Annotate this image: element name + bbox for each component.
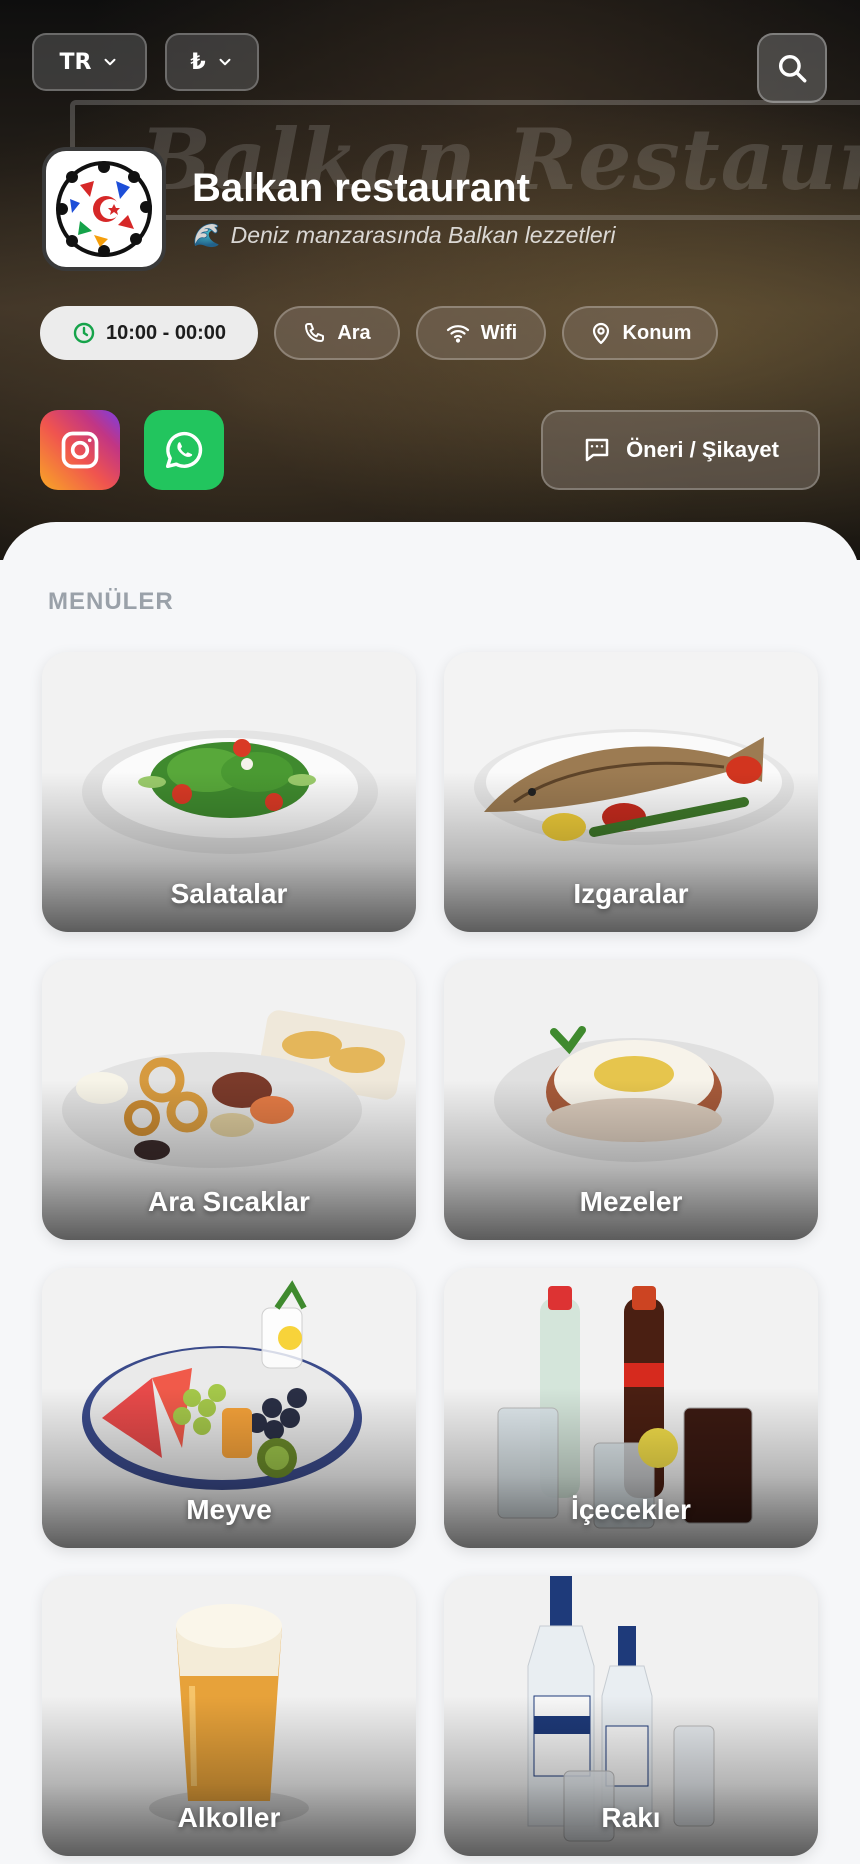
map-pin-icon (592, 322, 609, 345)
clock-icon (73, 322, 95, 344)
whatsapp-button[interactable] (144, 410, 224, 490)
restaurant-tagline: 🌊 Deniz manzarasında Balkan lezzetleri (192, 222, 615, 249)
chevron-down-icon (104, 58, 116, 66)
wifi-icon (446, 325, 469, 343)
menu-card-label: Salatalar (170, 878, 288, 909)
opening-hours-chip[interactable]: 10:00 - 00:00 (40, 306, 258, 360)
restaurant-name: Balkan restaurant (192, 166, 530, 210)
phone-icon (305, 323, 325, 342)
section-title: MENÜLER (48, 588, 174, 615)
tagline-text: Deniz manzarasında Balkan lezzetleri (230, 222, 616, 248)
menu-card-label: Mezeler (579, 1186, 683, 1217)
instagram-icon (61, 431, 99, 469)
wifi-label: Wifi (480, 321, 518, 344)
menu-card-izgaralar[interactable]: Izgaralar (444, 652, 818, 932)
call-button[interactable]: Ara (274, 306, 400, 360)
wave-icon: 🌊 (192, 222, 221, 248)
currency-value: ₺ (190, 49, 206, 75)
menu-card-mezeler[interactable]: Mezeler (444, 960, 818, 1240)
menu-card-icecekler[interactable]: İçecekler (444, 1268, 818, 1548)
instagram-button[interactable] (40, 410, 120, 490)
opening-hours-text: 10:00 - 00:00 (105, 321, 227, 344)
logo-emblem (56, 161, 152, 257)
search-icon (778, 54, 807, 83)
menu-card-alkoller[interactable]: Alkoller (42, 1576, 416, 1856)
language-value: TR (59, 49, 92, 75)
feedback-label: Öneri / Şikayet (626, 437, 779, 462)
menu-card-label: İçecekler (571, 1494, 691, 1525)
feedback-button[interactable]: Öneri / Şikayet (541, 410, 820, 490)
menu-card-meyve[interactable]: Meyve (42, 1268, 416, 1548)
menu-card-label: Ara Sıcaklar (148, 1186, 310, 1217)
menu-card-salatalar[interactable]: Salatalar (42, 652, 416, 932)
menu-card-label: Rakı (601, 1802, 661, 1833)
menu-card-label: Meyve (186, 1494, 272, 1525)
search-button[interactable] (757, 33, 827, 103)
chevron-down-icon (219, 58, 231, 66)
menu-card-ara-sicaklar[interactable]: Ara Sıcaklar (42, 960, 416, 1240)
whatsapp-icon (165, 431, 203, 469)
restaurant-logo (42, 147, 166, 271)
language-selector[interactable]: TR (32, 33, 147, 91)
chat-bubble-icon (585, 438, 609, 462)
call-label: Ara (337, 321, 371, 344)
location-button[interactable]: Konum (562, 306, 718, 360)
wifi-button[interactable]: Wifi (416, 306, 546, 360)
menu-card-label: Izgaralar (573, 878, 689, 909)
location-label: Konum (622, 321, 692, 344)
menu-card-raki[interactable]: Rakı (444, 1576, 818, 1856)
menu-card-label: Alkoller (177, 1802, 281, 1833)
currency-selector[interactable]: ₺ (165, 33, 259, 91)
